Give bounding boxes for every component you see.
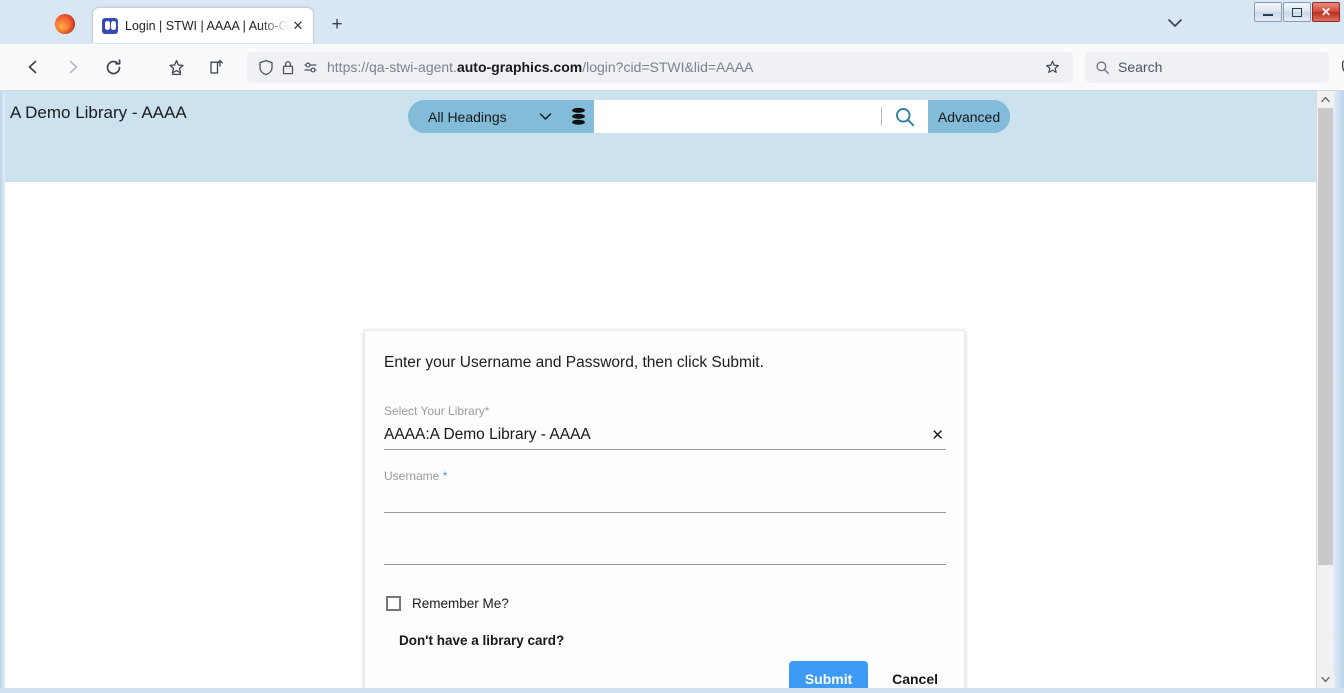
site-search-group: All Headings Advanced <box>408 100 1010 133</box>
username-field-underline <box>384 512 946 513</box>
username-label-text: Username <box>384 469 440 483</box>
browser-toolbar: https://qa-stwi-agent.auto-graphics.com/… <box>0 44 1344 91</box>
cancel-button[interactable]: Cancel <box>886 671 944 687</box>
password-field <box>384 536 946 565</box>
clear-library-icon[interactable]: ✕ <box>929 426 946 444</box>
tab-strip: Login | STWI | AAAA | Auto-Gra ✕ + ✕ <box>0 0 1344 44</box>
save-to-folder-icon[interactable] <box>201 52 231 82</box>
back-icon[interactable] <box>18 52 48 82</box>
library-required-mark: * <box>484 404 490 418</box>
submit-button[interactable]: Submit <box>789 661 869 688</box>
tab-close-icon[interactable]: ✕ <box>289 17 307 35</box>
page-viewport: A Demo Library - AAAA A All Headings <box>5 91 1331 688</box>
firefox-logo-icon <box>55 14 75 34</box>
app-header: A Demo Library - AAAA A All Headings <box>5 91 1316 263</box>
maximize-button[interactable] <box>1283 2 1311 22</box>
search-scope-value: All Headings <box>428 108 507 125</box>
library-name-title: A Demo Library - AAAA <box>10 103 187 122</box>
bookmark-page-icon[interactable] <box>1039 59 1065 76</box>
library-select-field: Select Your Library* AAAA:A Demo Library… <box>384 403 946 450</box>
browser-search-placeholder: Search <box>1118 59 1163 75</box>
remember-me-row[interactable]: Remember Me? <box>386 596 509 611</box>
library-select-label-text: Select Your Library <box>384 404 485 418</box>
window-controls: ✕ <box>1254 2 1340 22</box>
browser-window: Login | STWI | AAAA | Auto-Gra ✕ + ✕ htt… <box>0 0 1344 693</box>
window-bottom-border <box>0 688 1344 693</box>
form-actions: Submit Cancel <box>789 661 944 688</box>
search-scope-dropdown[interactable]: All Headings <box>408 100 562 133</box>
username-field: Username * <box>384 468 946 513</box>
url-bar[interactable]: https://qa-stwi-agent.auto-graphics.com/… <box>247 51 1073 83</box>
bookmark-star-icon[interactable] <box>161 52 191 82</box>
toolbar-right-group <box>1329 52 1344 82</box>
scroll-down-icon[interactable] <box>1317 671 1334 688</box>
tab-title: Login | STWI | AAAA | Auto-Gra <box>125 18 289 33</box>
search-icon <box>1096 60 1110 74</box>
url-text[interactable]: https://qa-stwi-agent.auto-graphics.com/… <box>327 59 1039 75</box>
remember-me-checkbox[interactable] <box>386 596 401 611</box>
magnifier-icon[interactable] <box>882 106 928 128</box>
password-input[interactable] <box>384 536 946 564</box>
scrollbar-thumb[interactable] <box>1318 108 1333 565</box>
forward-icon[interactable] <box>58 52 88 82</box>
page-scrollbar[interactable] <box>1316 91 1334 688</box>
login-card: Enter your Username and Password, then c… <box>364 330 965 688</box>
site-favicon-icon <box>102 17 118 34</box>
minimize-button[interactable] <box>1254 2 1282 22</box>
chevron-down-icon <box>539 112 552 121</box>
advanced-search-button[interactable]: Advanced <box>928 100 1010 133</box>
lock-icon[interactable] <box>277 57 299 77</box>
browser-tab[interactable]: Login | STWI | AAAA | Auto-Gra ✕ <box>92 7 314 43</box>
scroll-up-icon[interactable] <box>1317 91 1334 108</box>
permissions-icon[interactable] <box>299 57 321 77</box>
search-input[interactable] <box>594 101 881 132</box>
login-instructions: Enter your Username and Password, then c… <box>384 354 764 371</box>
search-field-wrap <box>594 100 928 133</box>
shield-icon[interactable] <box>255 57 277 77</box>
list-all-tabs-icon[interactable] <box>1164 14 1186 32</box>
browser-search-bar[interactable]: Search <box>1085 51 1329 83</box>
library-field-underline <box>384 449 946 450</box>
username-input[interactable] <box>384 484 946 512</box>
library-select-label: Select Your Library* <box>384 403 946 419</box>
password-field-underline <box>384 564 946 565</box>
no-library-card-link[interactable]: Don't have a library card? <box>399 633 564 648</box>
username-label: Username * <box>384 468 946 484</box>
new-tab-button[interactable]: + <box>324 12 350 38</box>
pocket-icon[interactable] <box>1334 52 1344 82</box>
library-select-value-row[interactable]: AAAA:A Demo Library - AAAA ✕ <box>384 421 946 449</box>
window-right-border <box>1333 91 1344 688</box>
reload-icon[interactable] <box>98 52 128 82</box>
remember-me-label: Remember Me? <box>412 596 509 611</box>
library-select-value: AAAA:A Demo Library - AAAA <box>384 426 591 443</box>
username-required-mark: * <box>442 469 448 483</box>
database-icon[interactable] <box>562 107 594 126</box>
close-window-button[interactable]: ✕ <box>1312 2 1340 22</box>
page-content: Enter your Username and Password, then c… <box>5 182 1316 688</box>
